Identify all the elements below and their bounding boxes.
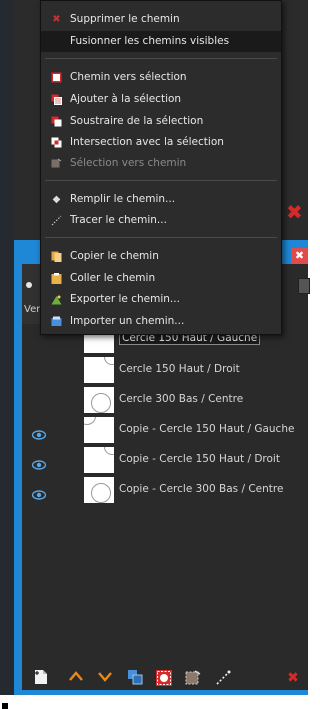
selection-to-path-icon	[51, 158, 62, 169]
path-name: Copie - Cercle 300 Bas / Centre	[119, 483, 284, 495]
intersect-selection-icon	[51, 137, 62, 148]
export-path-icon	[51, 294, 62, 305]
path-name: Copie - Cercle 150 Haut / Droit	[119, 453, 280, 465]
import-path-icon	[51, 316, 62, 327]
visibility-eye-icon[interactable]	[31, 485, 47, 500]
selection-to-path-icon[interactable]	[184, 669, 202, 687]
delete-icon[interactable]: ✖	[284, 669, 302, 687]
menu-item-stroke-path[interactable]: Tracer le chemin...	[41, 210, 281, 231]
paths-toolbar: ✖	[22, 667, 308, 690]
path-name: Cercle 150 Haut / Droit	[119, 363, 240, 375]
visibility-eye-icon[interactable]	[31, 455, 47, 470]
menu-item-subtract-selection[interactable]: Soustraire de la sélection	[41, 111, 281, 132]
menu-item-fill-path[interactable]: ◆ Remplir le chemin...	[41, 189, 281, 210]
add-to-selection-icon	[51, 94, 62, 105]
menu-item-path-to-selection[interactable]: Chemin vers sélection	[41, 67, 281, 88]
path-thumbnail	[84, 477, 114, 503]
context-menu: ✖ Supprimer le chemin Fusionner les chem…	[40, 0, 282, 335]
list-item[interactable]: Copie - Cercle 150 Haut / Droit	[22, 446, 308, 476]
paste-path-icon	[51, 273, 62, 284]
visibility-eye-icon[interactable]	[31, 425, 47, 440]
list-item[interactable]: Copie - Cercle 150 Haut / Gauche	[22, 416, 308, 446]
menu-item-intersect-selection[interactable]: Intersection avec la sélection	[41, 132, 281, 153]
background-left-strip	[0, 0, 14, 709]
new-path-icon[interactable]	[32, 669, 50, 687]
lower-icon[interactable]	[96, 669, 114, 687]
close-icon[interactable]: ✖	[286, 200, 303, 224]
path-thumbnail	[84, 387, 114, 413]
path-thumbnail	[84, 357, 114, 383]
page-margin	[0, 695, 308, 709]
delete-path-icon: ✖	[52, 14, 61, 25]
menu-item-merge-visible[interactable]: Fusionner les chemins visibles	[41, 31, 281, 52]
raise-icon[interactable]	[67, 669, 85, 687]
dialog-border-left	[14, 240, 22, 695]
menu-item-selection-to-path: Sélection vers chemin	[41, 153, 281, 174]
menu-item-import-path[interactable]: Importer un chemin...	[41, 311, 281, 332]
path-to-selection-icon	[51, 72, 62, 83]
menu-separator	[45, 180, 277, 181]
list-item[interactable]: Copie - Cercle 300 Bas / Centre	[22, 476, 308, 506]
copy-path-icon	[51, 251, 62, 262]
fill-path-icon: ◆	[52, 194, 61, 205]
path-thumbnail	[84, 417, 114, 443]
menu-separator	[45, 237, 277, 238]
resize-grip	[2, 703, 8, 709]
dialog-close-button[interactable]: ✖	[291, 248, 308, 264]
menu-separator	[45, 58, 277, 59]
menu-item-export-path[interactable]: Exporter le chemin...	[41, 289, 281, 310]
list-item[interactable]: Cercle 300 Bas / Centre	[22, 386, 308, 416]
list-item[interactable]: Cercle 150 Haut / Droit	[22, 356, 308, 386]
duplicate-icon[interactable]	[126, 669, 144, 687]
menu-item-add-to-selection[interactable]: Ajouter à la sélection	[41, 89, 281, 110]
subtract-selection-icon	[51, 116, 62, 127]
stroke-icon[interactable]	[214, 669, 232, 687]
menu-item-copy-path[interactable]: Copier le chemin	[41, 246, 281, 267]
panel-tab-label[interactable]: Ver	[24, 304, 40, 315]
path-name: Cercle 300 Bas / Centre	[119, 393, 244, 405]
tab-indicator-icon	[26, 282, 32, 288]
path-name: Copie - Cercle 150 Haut / Gauche	[119, 423, 295, 435]
path-thumbnail	[84, 447, 114, 473]
panel-menu-button[interactable]	[298, 278, 310, 294]
path-to-selection-icon[interactable]	[155, 669, 173, 687]
menu-item-paste-path[interactable]: Coller le chemin	[41, 268, 281, 289]
menu-item-delete-path[interactable]: ✖ Supprimer le chemin	[41, 9, 281, 30]
stroke-path-icon	[51, 215, 62, 226]
